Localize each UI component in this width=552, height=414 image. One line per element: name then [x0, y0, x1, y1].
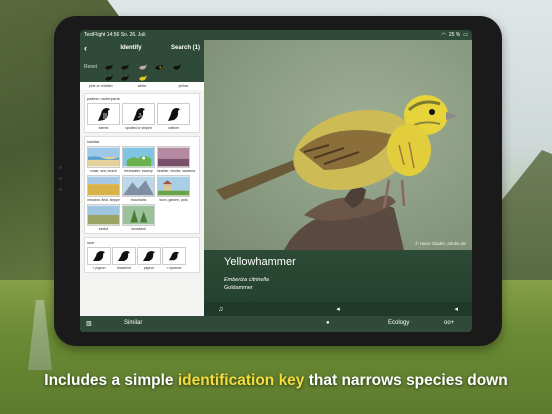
status-battery: 25 %: [448, 32, 461, 38]
music-note-icon[interactable]: ♫: [218, 306, 298, 313]
pattern-caption: pattern underparts: [87, 96, 120, 101]
status-bar: TestFlight 14:56 So. 26. Juli ◠ 25 % ▭: [80, 30, 472, 40]
color-swatch-white-icon[interactable]: [120, 70, 131, 81]
bottom-tab-bar: ▥ Similar ● Ecology oo+: [80, 316, 472, 332]
color-swatch-pink-reddish-icon[interactable]: [104, 70, 115, 81]
color-swatch-bird-white-icon[interactable]: [120, 59, 131, 70]
caption-highlight: identification key: [177, 372, 305, 389]
species-info: Yellowhammer Emberiza citrinella Goldamm…: [204, 250, 472, 302]
habitat-caption: habitat: [87, 139, 100, 144]
color-filter-row: Reset: [80, 56, 204, 82]
freshwater-image-icon: [123, 147, 154, 167]
size-tile-lt-pigeon[interactable]: < pigeon: [87, 247, 111, 270]
color-label: pink or reddish: [88, 84, 113, 88]
wifi-icon: ◠: [441, 32, 446, 38]
color-label: yellow: [178, 84, 189, 88]
pattern-tile-uniform[interactable]: uniform: [157, 103, 190, 130]
bird-spotted-icon: [122, 103, 155, 125]
species-alt-name: Goldammer: [224, 285, 253, 291]
heather-image-icon: [158, 147, 189, 167]
bird-pigeon-icon: [137, 247, 161, 265]
pattern-section: pattern underparts barred spotted or str…: [84, 93, 200, 133]
search-results-button[interactable]: Search (1): [171, 45, 200, 51]
habitat-tile-tundra[interactable]: tundra: [87, 204, 120, 231]
back-chevron-icon[interactable]: ‹: [84, 43, 87, 53]
habitat-tile-heather[interactable]: heather, shrubs, savanna: [157, 146, 195, 173]
tab-ecology[interactable]: Ecology: [388, 320, 409, 326]
color-swatch-yellow-selected-icon[interactable]: [138, 70, 149, 81]
bird-pigeon-small-icon: [87, 247, 111, 265]
size-tile-lt-sparrow[interactable]: < sparrow: [162, 247, 186, 270]
bird-uniform-icon: [157, 103, 190, 125]
species-detail-panel: © Hans Glader, adobe.de Yellowhammer Emb…: [204, 40, 472, 332]
nav-title: Identify: [120, 45, 142, 51]
megaphone-alt-icon[interactable]: ◂: [378, 305, 458, 313]
habitat-tile-meadow[interactable]: meadow, field, steppe: [87, 175, 120, 202]
bird-photo: © Hans Glader, adobe.de: [204, 40, 472, 250]
habitat-tile-town[interactable]: town, garden, park: [157, 175, 190, 202]
color-label: white: [137, 84, 147, 88]
color-swatch-black-bird-icon[interactable]: [104, 59, 115, 70]
size-section: size < pigeon blackbird pigeon < sparrow: [84, 237, 200, 273]
reset-button[interactable]: Reset: [84, 64, 97, 70]
size-caption: size: [87, 240, 95, 245]
photo-credit: © Hans Glader, adobe.de: [415, 241, 466, 246]
bird-sparrow-icon: [162, 247, 186, 265]
tundra-image-icon: [88, 205, 119, 225]
size-tile-blackbird[interactable]: blackbird: [112, 247, 136, 270]
color-labels: pink or reddish white yellow: [80, 82, 204, 90]
megaphone-icon[interactable]: ◂: [298, 305, 378, 313]
coast-image-icon: [88, 147, 119, 167]
sound-controls: ♫ ◂ ◂: [204, 302, 472, 316]
yellowhammer-photo-icon: [216, 95, 458, 250]
color-swatch-gray-icon[interactable]: [172, 59, 183, 70]
map-icon[interactable]: ▥: [86, 320, 92, 327]
pattern-tile-spotted[interactable]: spotted or striped: [122, 103, 155, 130]
identify-panel: ‹ Identify Search (1) Reset pink or redd…: [80, 40, 204, 332]
species-name: Yellowhammer: [224, 256, 296, 268]
tab-similar[interactable]: Similar: [124, 320, 142, 326]
battery-icon: ▭: [463, 32, 468, 38]
pattern-tile-barred[interactable]: barred: [87, 103, 120, 130]
color-swatch-yellow-icon[interactable]: [154, 59, 165, 70]
bird-blackbird-icon: [112, 247, 136, 265]
habitat-section: habitat coast, sea, beach freshwater, sw…: [84, 136, 200, 234]
status-app: TestFlight: [84, 32, 106, 38]
size-tile-pigeon[interactable]: pigeon: [137, 247, 161, 270]
status-time: 14:56: [106, 32, 120, 38]
town-image-icon: [158, 176, 189, 196]
status-date: So. 26. Juli: [120, 32, 146, 38]
identify-nav-bar: ‹ Identify Search (1): [80, 40, 204, 56]
bird-barred-icon: [87, 103, 120, 125]
habitat-tile-freshwater[interactable]: freshwater, swamp: [122, 146, 155, 173]
woodland-image-icon: [123, 205, 154, 225]
species-latin-name: Emberiza citrinella: [224, 277, 269, 283]
habitat-tile-coast[interactable]: coast, sea, beach: [87, 146, 120, 173]
app-screen: TestFlight 14:56 So. 26. Juli ◠ 25 % ▭ ‹…: [80, 30, 472, 332]
mountains-image-icon: [123, 176, 154, 196]
habitat-tile-woodland[interactable]: woodland: [122, 204, 155, 231]
tablet-camera: [59, 166, 63, 206]
egg-icon[interactable]: ●: [326, 320, 330, 326]
color-swatch-pink-icon[interactable]: [138, 59, 149, 70]
habitat-tile-mountains[interactable]: mountains: [122, 175, 155, 202]
meadow-image-icon: [88, 176, 119, 196]
promo-caption: Includes a simple identification key tha…: [44, 372, 508, 389]
binoculars-plus-icon[interactable]: oo+: [444, 320, 454, 326]
